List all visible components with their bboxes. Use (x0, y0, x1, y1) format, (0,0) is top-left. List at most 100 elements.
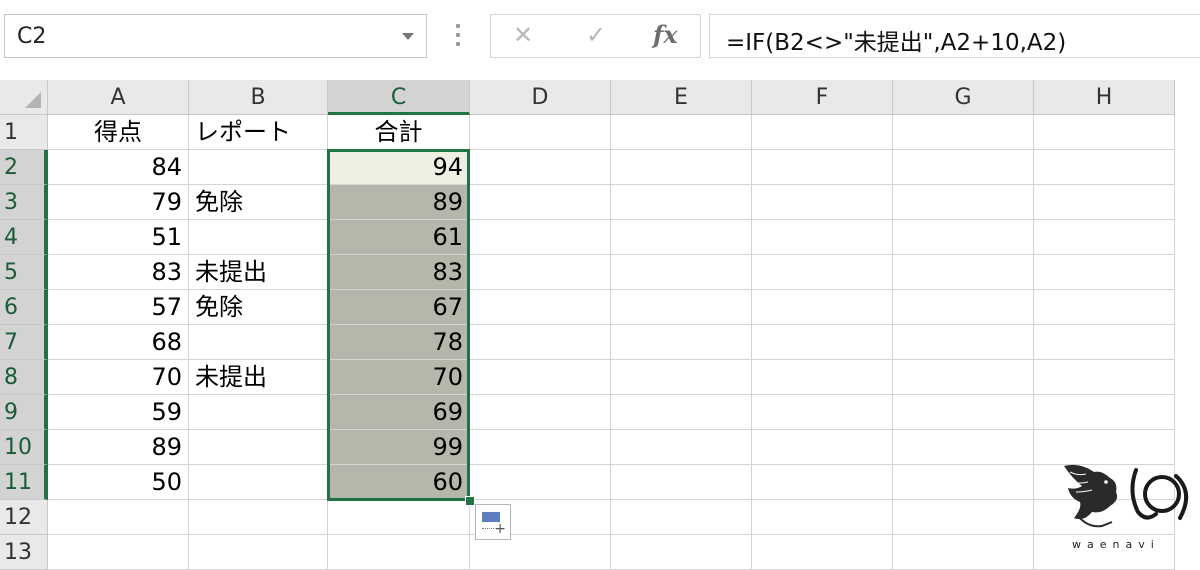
cell-e13[interactable] (611, 535, 752, 570)
cell-g12[interactable] (893, 500, 1034, 535)
cell-h5[interactable] (1034, 255, 1175, 290)
select-all-button[interactable] (0, 80, 48, 115)
cell-a9[interactable]: 59 (48, 395, 189, 430)
cell-g2[interactable] (893, 150, 1034, 185)
cell-b9[interactable] (189, 395, 328, 430)
cell-f3[interactable] (752, 185, 893, 220)
cell-d5[interactable] (470, 255, 611, 290)
cell-c5[interactable]: 83 (328, 255, 470, 290)
row-header-5[interactable]: 5 (0, 255, 48, 290)
cell-b11[interactable] (189, 465, 328, 500)
chevron-down-icon[interactable] (402, 33, 414, 40)
cell-e8[interactable] (611, 360, 752, 395)
row-header-1[interactable]: 1 (0, 115, 48, 150)
cell-e7[interactable] (611, 325, 752, 360)
insert-function-button[interactable]: fx (653, 20, 678, 49)
column-header-f[interactable]: F (752, 80, 893, 115)
cell-f4[interactable] (752, 220, 893, 255)
row-header-8[interactable]: 8 (0, 360, 48, 395)
cell-f8[interactable] (752, 360, 893, 395)
cell-f13[interactable] (752, 535, 893, 570)
cell-f5[interactable] (752, 255, 893, 290)
row-header-7[interactable]: 7 (0, 325, 48, 360)
cell-d11[interactable] (470, 465, 611, 500)
row-header-2[interactable]: 2 (0, 150, 48, 185)
column-header-g[interactable]: G (893, 80, 1034, 115)
cell-c4[interactable]: 61 (328, 220, 470, 255)
cell-b6[interactable]: 免除 (189, 290, 328, 325)
cell-a4[interactable]: 51 (48, 220, 189, 255)
cell-e5[interactable] (611, 255, 752, 290)
cell-g1[interactable] (893, 115, 1034, 150)
cell-a12[interactable] (48, 500, 189, 535)
row-header-9[interactable]: 9 (0, 395, 48, 430)
cell-e10[interactable] (611, 430, 752, 465)
cell-h3[interactable] (1034, 185, 1175, 220)
cell-c10[interactable]: 99 (328, 430, 470, 465)
cell-d3[interactable] (470, 185, 611, 220)
cell-g6[interactable] (893, 290, 1034, 325)
cell-d7[interactable] (470, 325, 611, 360)
cell-h1[interactable] (1034, 115, 1175, 150)
cell-b7[interactable] (189, 325, 328, 360)
cancel-button[interactable]: ✕ (513, 21, 533, 49)
column-header-e[interactable]: E (611, 80, 752, 115)
cell-g4[interactable] (893, 220, 1034, 255)
cell-c6[interactable]: 67 (328, 290, 470, 325)
cell-a11[interactable]: 50 (48, 465, 189, 500)
cell-a10[interactable]: 89 (48, 430, 189, 465)
cell-e4[interactable] (611, 220, 752, 255)
cell-e2[interactable] (611, 150, 752, 185)
cell-e12[interactable] (611, 500, 752, 535)
cell-g5[interactable] (893, 255, 1034, 290)
row-header-11[interactable]: 11 (0, 465, 48, 500)
name-box[interactable]: C2 (4, 14, 427, 58)
cell-b10[interactable] (189, 430, 328, 465)
cell-c11[interactable]: 60 (328, 465, 470, 500)
cell-f11[interactable] (752, 465, 893, 500)
cell-h8[interactable] (1034, 360, 1175, 395)
cell-a6[interactable]: 57 (48, 290, 189, 325)
cell-d13[interactable] (470, 535, 611, 570)
cell-g9[interactable] (893, 395, 1034, 430)
cell-d9[interactable] (470, 395, 611, 430)
fill-handle[interactable] (465, 496, 475, 506)
formula-bar-resize-handle[interactable] (456, 24, 460, 50)
row-header-10[interactable]: 10 (0, 430, 48, 465)
row-header-6[interactable]: 6 (0, 290, 48, 325)
cell-e11[interactable] (611, 465, 752, 500)
cell-b4[interactable] (189, 220, 328, 255)
cell-g8[interactable] (893, 360, 1034, 395)
cell-e9[interactable] (611, 395, 752, 430)
cell-g13[interactable] (893, 535, 1034, 570)
enter-button[interactable]: ✓ (586, 21, 606, 49)
cell-c9[interactable]: 69 (328, 395, 470, 430)
cell-a5[interactable]: 83 (48, 255, 189, 290)
cell-a1[interactable]: 得点 (48, 115, 189, 150)
cell-h2[interactable] (1034, 150, 1175, 185)
cell-d8[interactable] (470, 360, 611, 395)
cell-c7[interactable]: 78 (328, 325, 470, 360)
cell-c2[interactable]: 94 (328, 150, 470, 185)
cell-f6[interactable] (752, 290, 893, 325)
cell-b2[interactable] (189, 150, 328, 185)
cell-c1[interactable]: 合計 (328, 115, 470, 150)
row-header-12[interactable]: 12 (0, 500, 48, 535)
cell-h6[interactable] (1034, 290, 1175, 325)
cell-f10[interactable] (752, 430, 893, 465)
cell-c12[interactable] (328, 500, 470, 535)
row-header-4[interactable]: 4 (0, 220, 48, 255)
cell-c3[interactable]: 89 (328, 185, 470, 220)
cell-d1[interactable] (470, 115, 611, 150)
cell-b1[interactable]: レポート (189, 115, 328, 150)
cell-e1[interactable] (611, 115, 752, 150)
cell-g11[interactable] (893, 465, 1034, 500)
cell-f9[interactable] (752, 395, 893, 430)
cell-b3[interactable]: 免除 (189, 185, 328, 220)
column-header-h[interactable]: H (1034, 80, 1175, 115)
cell-b13[interactable] (189, 535, 328, 570)
cell-h4[interactable] (1034, 220, 1175, 255)
cell-g7[interactable] (893, 325, 1034, 360)
cell-c13[interactable] (328, 535, 470, 570)
cell-e3[interactable] (611, 185, 752, 220)
